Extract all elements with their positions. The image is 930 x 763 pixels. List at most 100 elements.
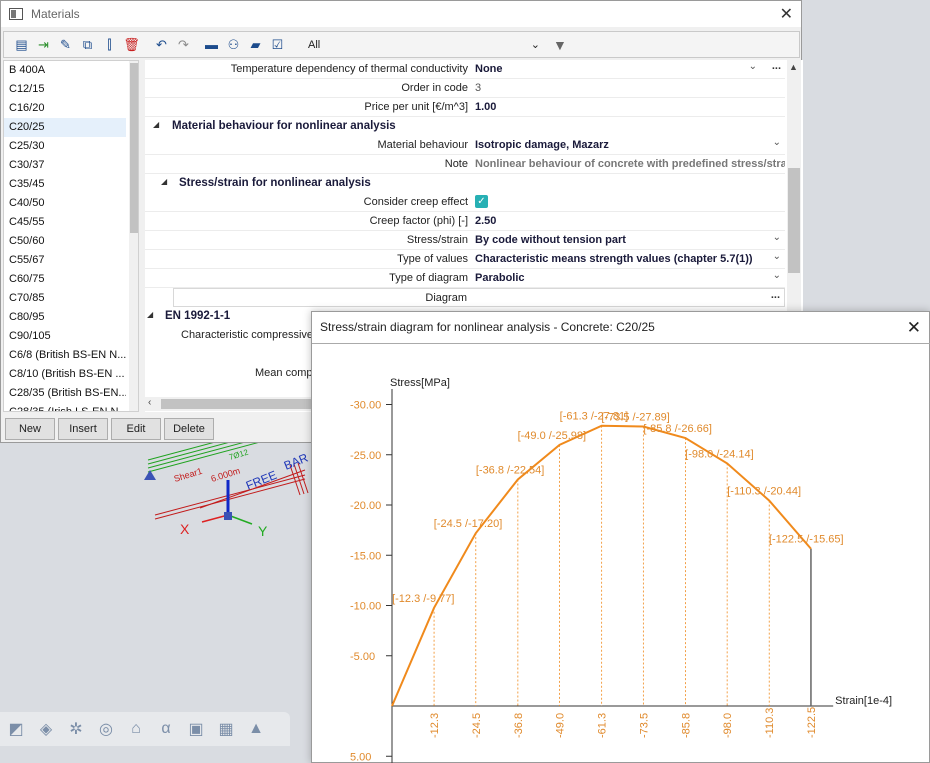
edit-button[interactable]: Edit [111, 418, 161, 440]
frame-icon[interactable]: ⌂ [124, 717, 148, 741]
diagram-ellipsis-button[interactable]: ... [771, 289, 780, 301]
close-icon[interactable]: ✕ [907, 318, 921, 338]
material-list-item[interactable]: C12/15 [4, 80, 126, 99]
x-axis-title: Strain[1e-4] [835, 695, 892, 707]
export-icon[interactable]: ☑ [268, 35, 287, 54]
shear-label: Shear1 [173, 466, 204, 484]
diagram-label: Diagram [425, 292, 467, 304]
users-icon[interactable]: ⚇ [224, 35, 243, 54]
y-axis-title: Stress[MPa] [390, 377, 450, 389]
row-note[interactable]: Note Nonlinear behaviour of concrete wit… [145, 155, 785, 174]
stress-strain-value[interactable]: By code without tension part [475, 234, 785, 246]
close-icon[interactable]: ✕ [780, 4, 793, 24]
list-scroll-thumb[interactable] [130, 63, 138, 233]
material-list-item[interactable]: C80/95 [4, 308, 126, 327]
row-diagram[interactable]: Diagram ... [173, 288, 785, 307]
material-list-item[interactable]: C55/67 [4, 251, 126, 270]
scroll-left-icon[interactable]: ‹ [148, 397, 151, 408]
new-material-icon[interactable]: ▤ [12, 35, 31, 54]
row-stress-strain[interactable]: Stress/strain By code without tension pa… [145, 231, 785, 250]
material-list-item[interactable]: C20/25 [4, 118, 126, 137]
section-stress-strain-title: Stress/strain for nonlinear analysis [179, 177, 371, 189]
collapse-icon[interactable]: ◢ [153, 120, 159, 129]
layers-icon[interactable]: ◈ [34, 717, 58, 741]
chevron-down-icon[interactable]: ⌄ [773, 270, 781, 281]
row-price[interactable]: Price per unit [€/m^3] 1.00 [145, 98, 785, 117]
import-icon[interactable]: ⫿ [100, 35, 119, 54]
shapes-icon[interactable]: ▣ [184, 717, 208, 741]
collapse-icon[interactable]: ◢ [161, 177, 167, 186]
material-list-item[interactable]: C50/60 [4, 232, 126, 251]
scroll-up-icon[interactable]: ▲ [789, 62, 798, 72]
library-icon[interactable]: ▬ [202, 35, 221, 54]
material-list-item[interactable]: C30/37 [4, 156, 126, 175]
creep-factor-label: Creep factor (phi) [-] [369, 215, 468, 227]
list-scrollbar[interactable] [129, 61, 138, 411]
price-value[interactable]: 1.00 [475, 101, 785, 113]
temp-dependency-value[interactable]: None [475, 63, 785, 75]
material-list-item[interactable]: C28/35 (Irish I.S-EN N... [4, 403, 126, 411]
grid-icon[interactable]: ▦ [214, 717, 238, 741]
chevron-down-icon[interactable]: ⌄ [749, 61, 757, 72]
x-tick-label: -122.5 [806, 707, 818, 738]
creep-factor-value[interactable]: 2.50 [475, 215, 785, 227]
material-list-item[interactable]: C8/10 (British BS-EN ... [4, 365, 126, 384]
material-list-item[interactable]: C60/75 [4, 270, 126, 289]
grid-scroll-thumb[interactable] [788, 168, 800, 273]
insert-icon[interactable]: ⇥ [34, 35, 53, 54]
cube-icon[interactable]: ◎ [94, 717, 118, 741]
material-list-item[interactable]: C35/45 [4, 175, 126, 194]
edit-icon[interactable]: ✎ [56, 35, 75, 54]
row-type-of-values[interactable]: Type of values Characteristic means stre… [145, 250, 785, 269]
insert-button[interactable]: Insert [58, 418, 108, 440]
material-list-item[interactable]: C70/85 [4, 289, 126, 308]
row-creep-factor[interactable]: Creep factor (phi) [-] 2.50 [145, 212, 785, 231]
alpha-icon[interactable]: α [154, 717, 178, 741]
material-list-item[interactable]: C25/30 [4, 137, 126, 156]
copy-icon[interactable]: ⧉ [78, 35, 97, 54]
material-list-item[interactable]: C6/8 (British BS-EN N... [4, 346, 126, 365]
x-axis-label: X [180, 521, 190, 537]
redo-icon[interactable]: ↷ [174, 35, 193, 54]
road-icon[interactable]: ▲ [244, 717, 268, 741]
new-button[interactable]: New [5, 418, 55, 440]
horizontal-scroll-thumb[interactable] [161, 399, 311, 409]
delete-button[interactable]: Delete [164, 418, 214, 440]
row-material-behaviour[interactable]: Material behaviour Isotropic damage, Maz… [145, 136, 785, 155]
x-tick-label: -98.0 [722, 713, 734, 738]
consider-creep-label: Consider creep effect [363, 196, 468, 208]
chevron-down-icon[interactable]: ⌄ [773, 232, 781, 243]
plane-icon[interactable]: ◩ [4, 717, 28, 741]
stress-strain-chart: Stress[MPa] Strain[1e-4] -30.00 -25.00 -20.0… [350, 377, 892, 763]
type-of-values-value[interactable]: Characteristic means strength values (ch… [475, 253, 785, 265]
filter-select[interactable]: All ⌄ [304, 35, 544, 54]
row-type-of-diagram[interactable]: Type of diagram Parabolic ⌄ [145, 269, 785, 288]
material-list-item[interactable]: C28/35 (British BS-EN... [4, 384, 126, 403]
section-stress-strain[interactable]: ◢ Stress/strain for nonlinear analysis [145, 174, 785, 193]
chevron-down-icon[interactable]: ⌄ [773, 137, 781, 148]
material-list-item[interactable]: C45/55 [4, 213, 126, 232]
chevron-down-icon[interactable]: ⌄ [773, 251, 781, 262]
temp-dependency-label: Temperature dependency of thermal conduc… [230, 63, 468, 75]
material-list-item[interactable]: C90/105 [4, 327, 126, 346]
material-list-item[interactable]: B 400A [4, 61, 126, 80]
row-consider-creep[interactable]: Consider creep effect ✓ [145, 193, 785, 212]
type-of-diagram-value[interactable]: Parabolic [475, 272, 785, 284]
settings-icon[interactable]: ✲ [64, 717, 88, 741]
undo-icon[interactable]: ↶ [152, 35, 171, 54]
section-nonlinear[interactable]: ◢ Material behaviour for nonlinear analy… [145, 117, 785, 136]
ellipsis-button[interactable]: ... [772, 60, 781, 72]
horizontal-scrollbar[interactable]: ‹ [145, 397, 321, 411]
row-temp-dependency[interactable]: Temperature dependency of thermal conduc… [145, 60, 785, 79]
point-label: [-36.8 /-22.54] [476, 464, 545, 476]
delete-icon[interactable]: 🗑 [122, 35, 141, 54]
material-list-item[interactable]: C40/50 [4, 194, 126, 213]
support-icon [144, 470, 156, 480]
filter-icon[interactable]: ▼ [553, 37, 567, 53]
open-icon[interactable]: ▰ [246, 35, 265, 54]
creep-checkbox[interactable]: ✓ [475, 195, 488, 208]
material-list-item[interactable]: C16/20 [4, 99, 126, 118]
collapse-icon[interactable]: ◢ [147, 310, 153, 319]
row-order-in-code[interactable]: Order in code 3 [145, 79, 785, 98]
material-behaviour-value[interactable]: Isotropic damage, Mazarz [475, 139, 785, 151]
